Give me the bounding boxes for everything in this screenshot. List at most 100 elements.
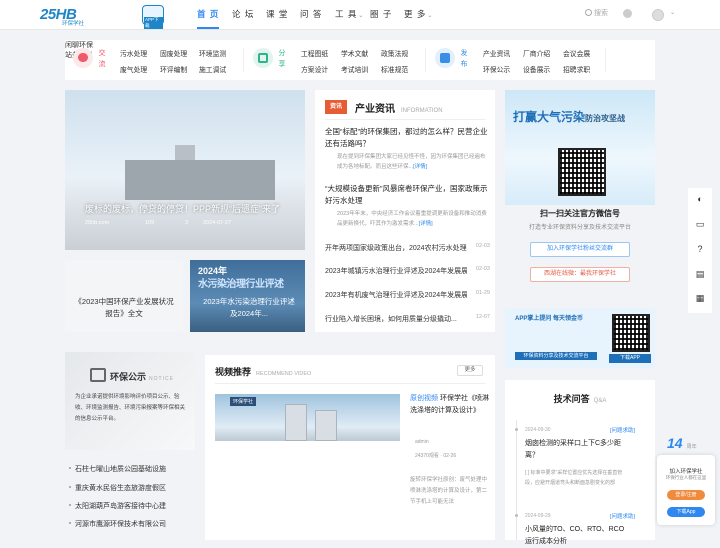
news-row[interactable]: 开年两项国家级政策出台，2024农村污水处理... 02-03 [325,243,490,253]
news-row[interactable]: 2023年有机废气治理行业评述及2024年发展展望 01-29 [325,290,490,300]
notice-banner[interactable]: 环保公示 NOTICE 为企业承诺提供环境影响评价项目公示、验收、环境监测报告、环… [65,352,195,450]
cat-link[interactable]: 废气处理 [120,64,147,74]
cat-link[interactable]: 政策法规 [381,48,408,58]
qa-question[interactable]: 烟囱检测的采样口上下C多少距离？ [525,438,630,462]
notice-desc: 为企业承诺提供环境影响评价项目公示、验收、环境监测报告、环境污染报案等环保相关的… [75,394,186,422]
notification-icon[interactable] [623,9,632,18]
report-title: 《2023中国环保产业发展状况报告》全文 [74,297,174,318]
hero-title[interactable]: 废标的废标，停贷的停贷！PPP新规“后遗症”来了 [85,202,280,215]
nav-qa[interactable]: 问 答 [300,8,322,20]
cat-link[interactable]: 产业资讯 [483,48,510,58]
cat-link[interactable]: 环评编制 [160,64,187,74]
cat-link[interactable]: 方案设计 [301,64,328,74]
publish-icon [435,48,455,68]
hero-source: 25hb.com [85,220,110,226]
site-logo[interactable]: 25HB 环保学社 [40,6,122,27]
login-register-button[interactable]: 登录/注册 [667,490,705,500]
notice-item[interactable]: 石柱七曜山地质公园基础设施 [69,464,166,474]
qa-tag[interactable]: [问题求助] [610,512,635,520]
exchange-icon [73,48,93,68]
video-thumb-tag: 环保学社 [230,397,257,406]
qr-subtitle: 打造专业环保资料分享及技术交流平台 [528,225,631,231]
cat-link[interactable]: 招聘求职 [563,64,590,74]
nav-class[interactable]: 课 堂 [266,8,288,20]
qa-tag[interactable]: [问题求助] [610,426,635,434]
video-thumbnail[interactable]: 环保学社 [215,394,400,441]
hero-views: 109 [145,220,155,226]
divider [325,119,485,120]
video-heading: 视频推荐 RECOMMEND VIDEO [215,367,312,377]
cat-link[interactable]: 环保公示 [483,64,510,74]
search-button[interactable]: 搜索 [585,8,623,22]
cat-link[interactable]: 标准规范 [381,64,408,74]
anniversary-badge: 14 周年 [667,435,697,451]
featured-news-desc: 2023年年末，中央经济工作会议着重提调更新设备和推动消费品更新换代，吓其作为激… [337,211,487,227]
video-recommend-panel: 视频推荐 RECOMMEND VIDEO 更多 环保学社 原创视频 环保学社《喷淋… [205,355,495,540]
anniversary-float-promo: 14 周年 加入环保学社 环保行业人都在这里 登录/注册 下载App [655,435,720,525]
qa-date: 2024-09-29 [525,513,551,519]
qr-icon[interactable]: ▦ [694,292,706,304]
cat-link[interactable]: 会议会展 [563,48,590,58]
app-promo-text: APP掌上提问 每天领金币 [515,316,584,322]
qa-heading: 技术问答 Q&A [553,394,607,404]
timeline-line [516,420,517,540]
join-group-button[interactable]: 加入环保学社粉丝交流群 [530,242,630,257]
cat-link[interactable]: 设备展示 [523,64,550,74]
video-more-button[interactable]: 更多 [457,365,483,376]
question-icon[interactable]: ? [694,243,706,255]
print-icon[interactable]: ▤ [694,268,706,280]
report-card[interactable]: 《2023中国环保产业发展状况报告》全文 [65,260,183,332]
cat-link[interactable]: 考试培训 [341,64,368,74]
share-icon [253,48,273,68]
user-menu-caret-icon[interactable]: ⌄ [670,9,675,16]
news-badge-icon: 资讯 [325,100,347,114]
news-row[interactable]: 2023年城镇污水治理行业评述及2024年发展展望 02-03 [325,266,490,276]
promo-line2: 环保行业人都在这里 [665,475,707,480]
cat-link[interactable]: 工程图纸 [301,48,328,58]
cat-link[interactable]: 环境监测 [199,48,226,58]
hero-comments: 3 [185,220,189,226]
cat-link[interactable]: 厂商介绍 [523,48,550,58]
cat-link[interactable]: 污水处理 [120,48,147,58]
notice-item[interactable]: 重庆黄水民俗生态旅游度假区 [69,483,166,493]
featured-news-title[interactable]: 全国“标配”的环保集团，都过的怎么样？民营企业还有活路吗？ [325,126,490,150]
featured-news-title[interactable]: “大规模设备更新”风暴席卷环保产业，国家政策示好污水处理 [325,183,490,207]
follow-button[interactable]: 西湖在线微：最我环保学社 [530,267,630,282]
nav-forum[interactable]: 论 坛 [232,8,254,20]
download-app-button[interactable]: 下载APP [609,354,651,363]
timeline-dot [515,514,518,517]
top-navigation-bar: 25HB 环保学社 APP下载 首 页 论 坛 课 堂 问 答 工 具⌄ 圈 子… [0,0,720,30]
nav-more[interactable]: 更 多⌄ [404,8,433,20]
qr-title: 扫一扫关注官方微信号 [540,209,620,218]
headset-icon[interactable]: ◐ [694,193,706,205]
app-promo-banner[interactable]: APP掌上提问 每天领金币 环保资料分享及技术交流平台 下载APP [505,308,655,368]
cat-link[interactable]: 施工调试 [199,64,226,74]
app-download-icon[interactable]: APP下载 [142,5,164,29]
industry-news-panel: 资讯 产业资讯 INFORMATION 全国“标配”的环保集团，都过的怎么样？民营… [315,90,495,332]
notice-item[interactable]: 太阳湖葫芦岛游客接待中心建 [69,501,166,511]
video-desc: 旋转环保学社原创：废气处理中喷淋洗涤塔的计算及设计，第二节手机上可能无法 [410,477,488,505]
nav-tools[interactable]: 工 具⌄ [335,8,364,20]
hero-image-building [125,160,275,200]
news-heading: 产业资讯 INFORMATION [355,104,443,115]
video-title[interactable]: 原创视频 环保学社《喷淋洗涤塔的计算及设计》 [410,393,490,417]
detail-link[interactable]: [详情] [419,221,433,227]
news-row[interactable]: 行业陷入增长困境，如何用质量分级撬动... 12-07 [325,314,490,324]
user-avatar[interactable] [652,9,664,21]
divider [243,48,244,72]
review-banner[interactable]: 2024年 水污染治理行业评述 2023年水污染治理行业评述及2024年... [190,260,305,332]
hero-carousel[interactable]: 废标的废标，停贷的停贷！PPP新规“后遗症”来了 25hb.com 109 3 … [65,90,305,250]
banner-headline: 打赢大气污染防治攻坚战 [513,110,626,124]
qa-question[interactable]: 小风量的TO、CO、RTO、RCO运行成本分析 [525,524,630,548]
chat-icon[interactable]: ▭ [694,218,706,230]
nav-circle[interactable]: 圈 子 [370,8,392,20]
nav-home[interactable]: 首 页 [197,8,219,20]
cat-link[interactable]: 学术文献 [341,48,368,58]
wechat-qr-banner: 打赢大气污染防治攻坚战 [505,90,655,205]
category-badge-share: 分享 [278,50,286,68]
cat-link[interactable]: 固废处理 [160,48,187,58]
notice-item[interactable]: 河源市鹰源环保技术有限公司 [69,519,166,529]
wechat-qr-code-icon [558,148,606,196]
download-app-float-button[interactable]: 下载App [667,507,705,517]
detail-link[interactable]: [详情] [413,164,427,170]
